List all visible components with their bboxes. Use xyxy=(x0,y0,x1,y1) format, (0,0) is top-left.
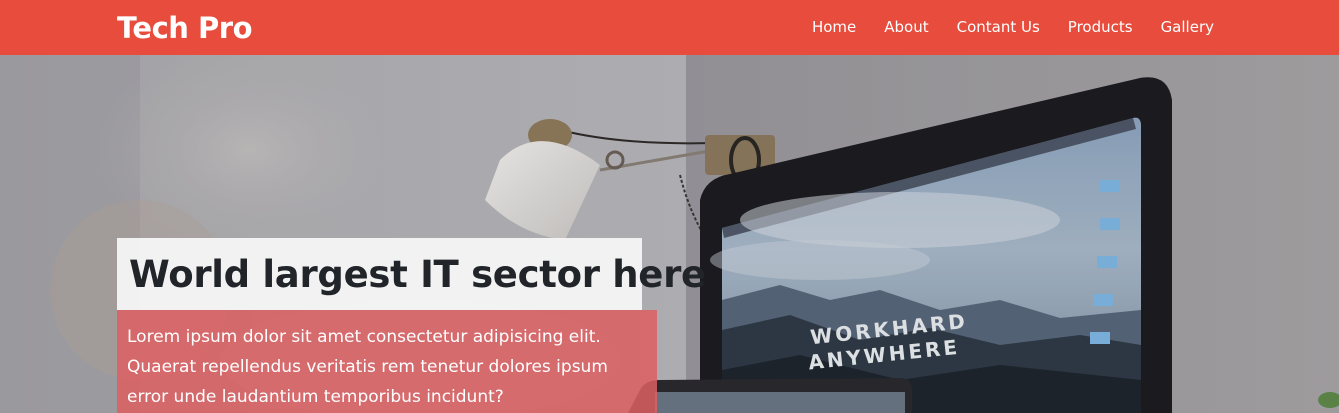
nav-link-home[interactable]: Home xyxy=(812,0,856,55)
navbar: Tech Pro Home About Contant Us Products … xyxy=(0,0,1339,55)
nav-link-about[interactable]: About xyxy=(884,0,928,55)
nav-link-products[interactable]: Products xyxy=(1068,0,1133,55)
hero-description: Lorem ipsum dolor sit amet consectetur a… xyxy=(117,310,657,413)
nav-links: Home About Contant Us Products Gallery xyxy=(784,0,1214,55)
nav-link-contact[interactable]: Contant Us xyxy=(957,0,1040,55)
brand-logo[interactable]: Tech Pro xyxy=(117,9,253,47)
hero-section: WORKHARD ANYWHERE World largest IT secto… xyxy=(0,55,1339,413)
hero-title: World largest IT sector here xyxy=(117,238,706,310)
nav-link-gallery[interactable]: Gallery xyxy=(1161,0,1214,55)
